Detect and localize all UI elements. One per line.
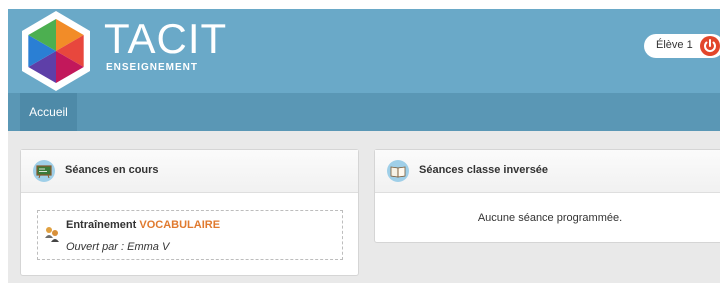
panel-flipped-sessions: Séances classe inversée Aucune séance pr… xyxy=(374,149,720,243)
app-frame: TACIT ENSEIGNEMENT Élève 1 Accueil Séanc… xyxy=(8,9,720,283)
session-opened-by: Ouvert par : Emma V xyxy=(66,241,170,253)
user-menu[interactable]: Élève 1 xyxy=(644,34,720,58)
empty-message: Aucune séance programmée. xyxy=(477,212,623,224)
tab-accueil[interactable]: Accueil xyxy=(20,93,77,131)
panel-title: Séances classe inversée xyxy=(419,164,549,176)
session-title-prefix: Entraînement xyxy=(66,219,137,231)
session-title[interactable]: Entraînement VOCABULAIRE xyxy=(66,219,220,231)
panel-header: Séances classe inversée xyxy=(375,150,720,193)
book-icon xyxy=(387,160,409,182)
brand-tagline: ENSEIGNEMENT xyxy=(106,62,199,73)
session-item[interactable]: Entraînement VOCABULAIRE Ouvert par : Em… xyxy=(37,210,343,260)
panel-header: Séances en cours xyxy=(21,150,358,193)
users-icon xyxy=(44,225,60,248)
chalkboard-icon xyxy=(33,160,55,182)
session-title-accent: VOCABULAIRE xyxy=(139,219,221,231)
header: TACIT ENSEIGNEMENT Élève 1 xyxy=(8,9,720,93)
panel-title: Séances en cours xyxy=(65,164,159,176)
navbar: Accueil xyxy=(8,93,720,131)
brand-name: TACIT xyxy=(104,15,228,62)
power-icon[interactable] xyxy=(700,36,720,56)
user-label: Élève 1 xyxy=(656,39,693,51)
panel-current-sessions: Séances en cours Entraînement VOCABULAIR… xyxy=(20,149,359,276)
tacit-logo[interactable] xyxy=(20,9,92,93)
